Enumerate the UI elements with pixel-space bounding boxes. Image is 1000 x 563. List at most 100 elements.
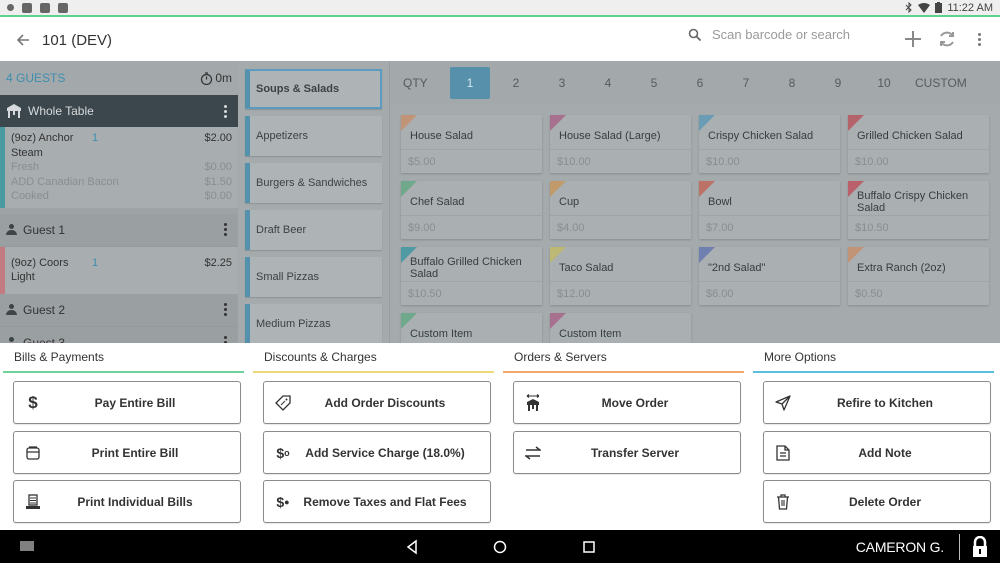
whole-table-row[interactable]: Whole Table xyxy=(0,95,238,127)
refire-to-kitchen-button[interactable]: Refire to Kitchen xyxy=(763,381,991,424)
qty-option-10[interactable]: 10 xyxy=(861,67,907,99)
pay-entire-bill-button[interactable]: $ Pay Entire Bill xyxy=(13,381,241,424)
category-small-pizzas[interactable]: Small Pizzas xyxy=(245,257,382,297)
menu-item-name: Bowl xyxy=(708,196,732,208)
menu-item-name: Buffalo Grilled Chicken Salad xyxy=(410,256,522,280)
modifier-line: Fresh $0.00 xyxy=(11,161,232,173)
menu-item[interactable]: Chef Salad $9.00 xyxy=(401,181,542,239)
guest-menu-icon[interactable] xyxy=(218,336,232,343)
qty-option-9[interactable]: 9 xyxy=(815,67,861,99)
menu-item[interactable]: Cup $4.00 xyxy=(550,181,691,239)
refresh-icon[interactable] xyxy=(935,27,959,51)
guest-menu-icon[interactable] xyxy=(218,223,232,236)
system-nav-bar: CAMERON G. xyxy=(0,530,1000,563)
remove-taxes-fees-button[interactable]: $ ● Remove Taxes and Flat Fees xyxy=(263,480,491,523)
menu-item-name: Buffalo Crispy Chicken Salad xyxy=(857,190,969,214)
current-user[interactable]: CAMERON G. xyxy=(856,539,944,555)
more-vert-icon[interactable] xyxy=(967,27,991,51)
category-soups-salads[interactable]: Soups & Salads xyxy=(245,69,382,109)
whole-table-menu-icon[interactable] xyxy=(218,104,232,118)
section-title: Bills & Payments xyxy=(3,343,244,373)
guests-count[interactable]: 4 GUESTS xyxy=(6,71,65,85)
menu-item[interactable]: Crispy Chicken Salad $10.00 xyxy=(699,115,840,173)
status-bar: 11:22 AM xyxy=(0,0,1000,17)
guest-menu-icon[interactable] xyxy=(218,303,232,316)
qty-option-1[interactable]: 1 xyxy=(450,67,490,99)
service-charge-icon: $ o xyxy=(276,444,290,461)
menu-item-price: $4.00 xyxy=(557,222,585,234)
qty-option-7[interactable]: 7 xyxy=(723,67,769,99)
qty-custom-button[interactable]: CUSTOM xyxy=(915,76,967,90)
receipt-icon xyxy=(24,444,42,462)
category-burgers-sandwiches[interactable]: Burgers & Sandwiches xyxy=(245,163,382,203)
menu-item[interactable]: Custom Item xyxy=(401,313,542,343)
menu-item[interactable]: Taco Salad $12.00 xyxy=(550,247,691,305)
menu-item-name: Chef Salad xyxy=(410,196,465,208)
move-order-button[interactable]: Move Order xyxy=(513,381,741,424)
menu-item[interactable]: Buffalo Crispy Chicken Salad $10.50 xyxy=(848,181,989,239)
print-entire-bill-button[interactable]: Print Entire Bill xyxy=(13,431,241,474)
search-bar[interactable] xyxy=(688,27,892,42)
qty-option-6[interactable]: 6 xyxy=(677,67,723,99)
transfer-icon xyxy=(524,444,542,462)
guest-row[interactable]: Guest 3 xyxy=(0,326,238,343)
menu-item[interactable]: House Salad (Large) $10.00 xyxy=(550,115,691,173)
order-timer: 0m xyxy=(200,71,232,85)
menu-item[interactable]: Buffalo Grilled Chicken Salad $10.50 xyxy=(401,247,542,305)
back-arrow-icon[interactable] xyxy=(12,33,34,47)
qty-option-2[interactable]: 2 xyxy=(493,67,539,99)
search-input[interactable] xyxy=(712,27,892,42)
guests-header: 4 GUESTS 0m xyxy=(0,61,238,95)
n-icon xyxy=(40,2,50,13)
qty-option-8[interactable]: 8 xyxy=(769,67,815,99)
orders-servers-section: Orders & Servers Move Order Transfer Ser… xyxy=(500,343,744,474)
clock: 11:22 AM xyxy=(947,1,993,14)
menu-item[interactable]: House Salad $5.00 xyxy=(401,115,542,173)
category-appetizers[interactable]: Appetizers xyxy=(245,116,382,156)
menu-item[interactable]: Grilled Chicken Salad $10.00 xyxy=(848,115,989,173)
add-order-discounts-button[interactable]: Add Order Discounts xyxy=(263,381,491,424)
delete-order-button[interactable]: Delete Order xyxy=(763,480,991,523)
menu-item[interactable]: "2nd Salad" $6.00 xyxy=(699,247,840,305)
guest-row[interactable]: Guest 2 xyxy=(0,293,238,327)
order-line-item[interactable]: (9oz) Coors Light 1 $2.25 xyxy=(0,246,238,294)
qty-option-4[interactable]: 4 xyxy=(585,67,631,99)
qty-option-5[interactable]: 5 xyxy=(631,67,677,99)
order-pane: 4 GUESTS 0m Whole Table (9oz) Anchor Ste… xyxy=(0,61,238,343)
barcode-icon[interactable] xyxy=(20,541,36,551)
bluetooth-icon xyxy=(905,2,913,13)
item-divider xyxy=(699,281,840,282)
add-icon[interactable] xyxy=(901,27,925,51)
item-divider xyxy=(550,149,691,150)
category-draft-beer[interactable]: Draft Beer xyxy=(245,210,382,250)
qty-option-3[interactable]: 3 xyxy=(539,67,585,99)
add-note-button[interactable]: Add Note xyxy=(763,431,991,474)
search-icon xyxy=(688,28,702,41)
nav-home-icon[interactable] xyxy=(491,538,509,556)
add-service-charge-button[interactable]: $ o Add Service Charge (18.0%) xyxy=(263,431,491,474)
discount-tag-icon xyxy=(274,394,292,412)
item-divider xyxy=(550,215,691,216)
item-divider xyxy=(550,281,691,282)
nav-back-icon[interactable] xyxy=(403,538,421,556)
menu-item-name: Taco Salad xyxy=(559,262,614,274)
category-medium-pizzas[interactable]: Medium Pizzas xyxy=(245,304,382,343)
modifier-line: ADD Canadian Bacon $1.50 xyxy=(11,175,232,188)
transfer-server-button[interactable]: Transfer Server xyxy=(513,431,741,474)
item-divider xyxy=(848,149,989,150)
guest-row[interactable]: Guest 1 xyxy=(0,213,238,247)
menu-item-price: $10.00 xyxy=(855,156,889,168)
discounts-charges-section: Discounts & Charges Add Order Discounts … xyxy=(250,343,494,523)
menu-item[interactable]: Extra Ranch (2oz) $0.50 xyxy=(848,247,989,305)
lock-icon[interactable] xyxy=(970,536,990,558)
order-line-item[interactable]: (9oz) Anchor Steam 1 $2.00 Fresh $0.00 A… xyxy=(0,127,238,208)
nav-recents-icon[interactable] xyxy=(580,538,598,556)
menu-item-name: Crispy Chicken Salad xyxy=(708,130,814,142)
menu-item[interactable]: Bowl $7.00 xyxy=(699,181,840,239)
menu-item-price: $10.00 xyxy=(557,156,591,168)
print-individual-bills-button[interactable]: Print Individual Bills xyxy=(13,480,241,523)
category-list: Soups & Salads Appetizers Burgers & Sand… xyxy=(238,61,390,343)
menu-item[interactable]: Custom Item xyxy=(550,313,691,343)
printer-icon xyxy=(24,493,42,511)
menu-item-price: $10.50 xyxy=(855,222,889,234)
